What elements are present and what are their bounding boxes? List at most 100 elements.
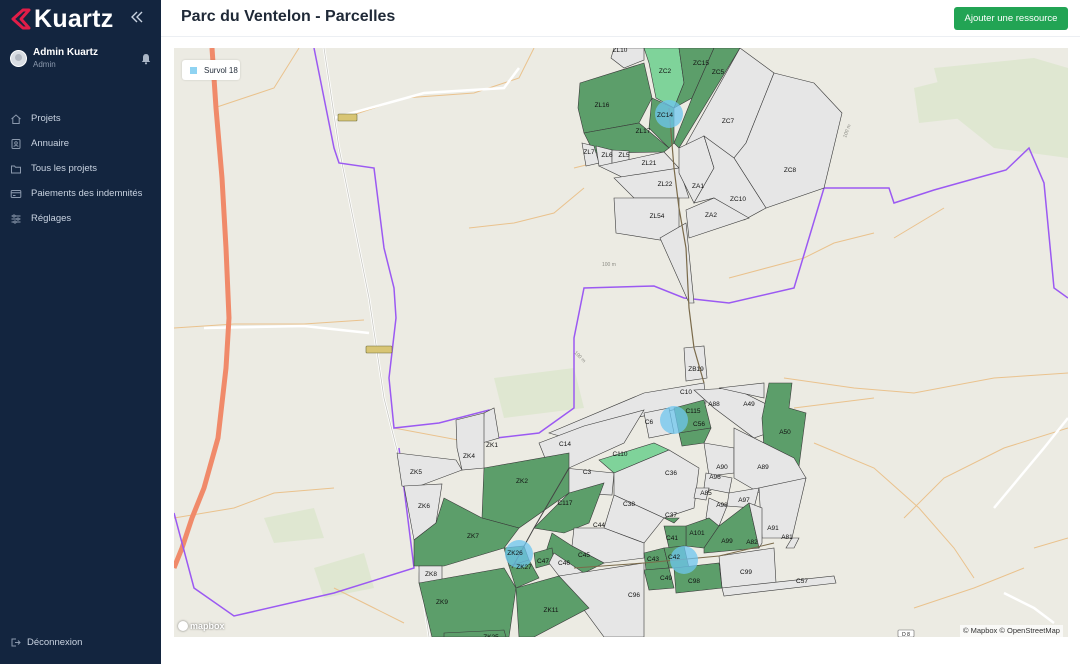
parcel-label: ZC5 [712, 69, 725, 76]
sidebar-nav: Projets Annuaire Tous les projets Paieme… [0, 106, 161, 231]
parcel-label: A89 [757, 464, 769, 471]
sidebar-item-label: Réglages [31, 213, 72, 224]
parcel-label: ZK25 [483, 634, 499, 637]
parcel-label: A90 [716, 464, 728, 471]
sidebar-item-projets[interactable]: Projets [0, 106, 161, 131]
parcel-label: ZL17 [636, 128, 651, 135]
parcel-label: C42 [668, 554, 680, 561]
parcel-ZK4[interactable] [455, 412, 485, 471]
parcel-label: ZK11 [543, 607, 558, 614]
payment-icon [10, 189, 22, 198]
map-view[interactable]: D 8 100 m 100 m 100 m ZL10 ZC2 ZC15 ZC5 … [174, 48, 1068, 637]
double-chevron-left-icon [131, 11, 143, 23]
parcel-label: A88 [708, 401, 720, 408]
folder-icon [11, 165, 21, 173]
parcel-label: C49 [660, 575, 672, 582]
parcel-label: ZK2 [516, 478, 528, 485]
parcel-label: C117 [557, 500, 572, 507]
sidebar-item-tous-les-projets[interactable]: Tous les projets [0, 156, 161, 181]
sidebar-item-label: Tous les projets [31, 163, 98, 174]
sidebar-item-reglages[interactable]: Réglages [0, 206, 161, 231]
road-marker [365, 345, 393, 354]
brand-logo[interactable]: Kuartz [10, 4, 114, 33]
parcel-label: ZK6 [418, 503, 430, 510]
mapbox-logo-text: mapbox [190, 621, 225, 631]
parcel-label: C36 [665, 470, 677, 477]
contour-label: 100 m [842, 124, 852, 139]
parcel-label: A99 [721, 538, 733, 545]
parcel-label: ZC14 [657, 112, 673, 119]
parcel-label: A96 [709, 474, 721, 481]
logout-label: Déconnexion [27, 637, 83, 648]
parcel-label: ZK5 [410, 469, 422, 476]
contour-label: 100 m [602, 262, 616, 268]
mapbox-logo[interactable]: mapbox [178, 619, 225, 633]
sidebar-item-label: Annuaire [31, 138, 70, 149]
parcel-label: C37 [665, 512, 677, 519]
parcel-label: C46 [558, 560, 570, 567]
bell-icon [141, 54, 151, 65]
collapse-sidebar-button[interactable] [130, 10, 146, 26]
parcel-label: ZC2 [659, 68, 672, 75]
user-profile[interactable]: Admin Kuartz Admin [10, 46, 155, 72]
page-title: Parc du Ventelon - Parcelles [181, 8, 396, 25]
parcel-ZK1[interactable] [481, 407, 500, 444]
parcel-label: ZA1 [692, 183, 704, 190]
parcel-label: C6 [645, 419, 654, 426]
notifications-button[interactable] [140, 52, 152, 65]
parcel-label: C47 [537, 558, 549, 565]
parcel-label: ZK4 [463, 453, 475, 460]
parcel-label: ZK27 [516, 564, 532, 571]
home-icon [11, 113, 21, 124]
parcel-label: ZL54 [650, 213, 665, 220]
map-canvas[interactable]: D 8 100 m 100 m 100 m ZL10 ZC2 ZC15 ZC5 … [174, 48, 1068, 637]
parcel-label: ZK26 [507, 550, 523, 557]
parcel-label: C10 [680, 389, 692, 396]
parcel-label: ZC7 [722, 118, 735, 125]
parcel-label: C56 [693, 421, 705, 428]
sidebar-item-paiements[interactable]: Paiements des indemnités [0, 181, 161, 206]
main-road [174, 48, 232, 569]
parcel-label: A50 [779, 429, 791, 436]
parcel-label: C3 [583, 469, 592, 476]
parcel-A90[interactable] [703, 442, 735, 477]
parcel-ZK5[interactable] [396, 452, 463, 489]
parcel-label: ZC10 [730, 196, 746, 203]
user-name: Admin Kuartz [33, 47, 98, 58]
legend-label: Survol 18 [204, 65, 238, 75]
contact-book-icon [11, 138, 21, 149]
user-role: Admin [33, 60, 56, 69]
parcel-label: A97 [738, 497, 750, 504]
logout-button[interactable]: Déconnexion [10, 637, 82, 648]
parcel-ZL16[interactable] [577, 62, 653, 134]
parcel-label: ZC15 [693, 60, 709, 67]
sidebar: Kuartz Admin Kuartz Admin Projets Annuai… [0, 0, 161, 664]
parcel-label: A85 [700, 490, 712, 497]
parcel-label: ZK9 [436, 599, 448, 606]
parcel-label: ZL21 [642, 160, 657, 167]
mapbox-logo-icon [178, 621, 188, 631]
parcel-label: A101 [689, 530, 705, 537]
parcel-label: C57 [796, 578, 808, 585]
survey-marker[interactable] [660, 406, 688, 434]
parcel-label: C14 [559, 441, 571, 448]
sliders-icon [11, 213, 21, 224]
map-attribution[interactable]: © Mapbox © OpenStreetMap [960, 625, 1063, 637]
parcel-label: C45 [578, 552, 590, 559]
parcel-label: C115 [685, 408, 700, 415]
parcel-label: A81 [781, 534, 793, 541]
parcel-label: C41 [666, 535, 678, 542]
svg-text:D 8: D 8 [902, 632, 910, 637]
logout-icon [11, 638, 21, 647]
brand-name: Kuartz [34, 4, 114, 33]
sidebar-item-annuaire[interactable]: Annuaire [0, 131, 161, 156]
parcel-label: ZL7 [583, 149, 595, 156]
add-resource-button[interactable]: Ajouter une ressource [954, 7, 1068, 30]
parcel-label: ZK8 [425, 571, 437, 578]
parcel-label: A82 [746, 539, 758, 546]
parcel-label: ZK1 [486, 442, 498, 449]
parcel-label: A49 [743, 401, 755, 408]
parcel-A91[interactable] [758, 477, 807, 539]
parcel-label: C96 [628, 592, 640, 599]
parcel-label: ZL6 [601, 152, 613, 159]
